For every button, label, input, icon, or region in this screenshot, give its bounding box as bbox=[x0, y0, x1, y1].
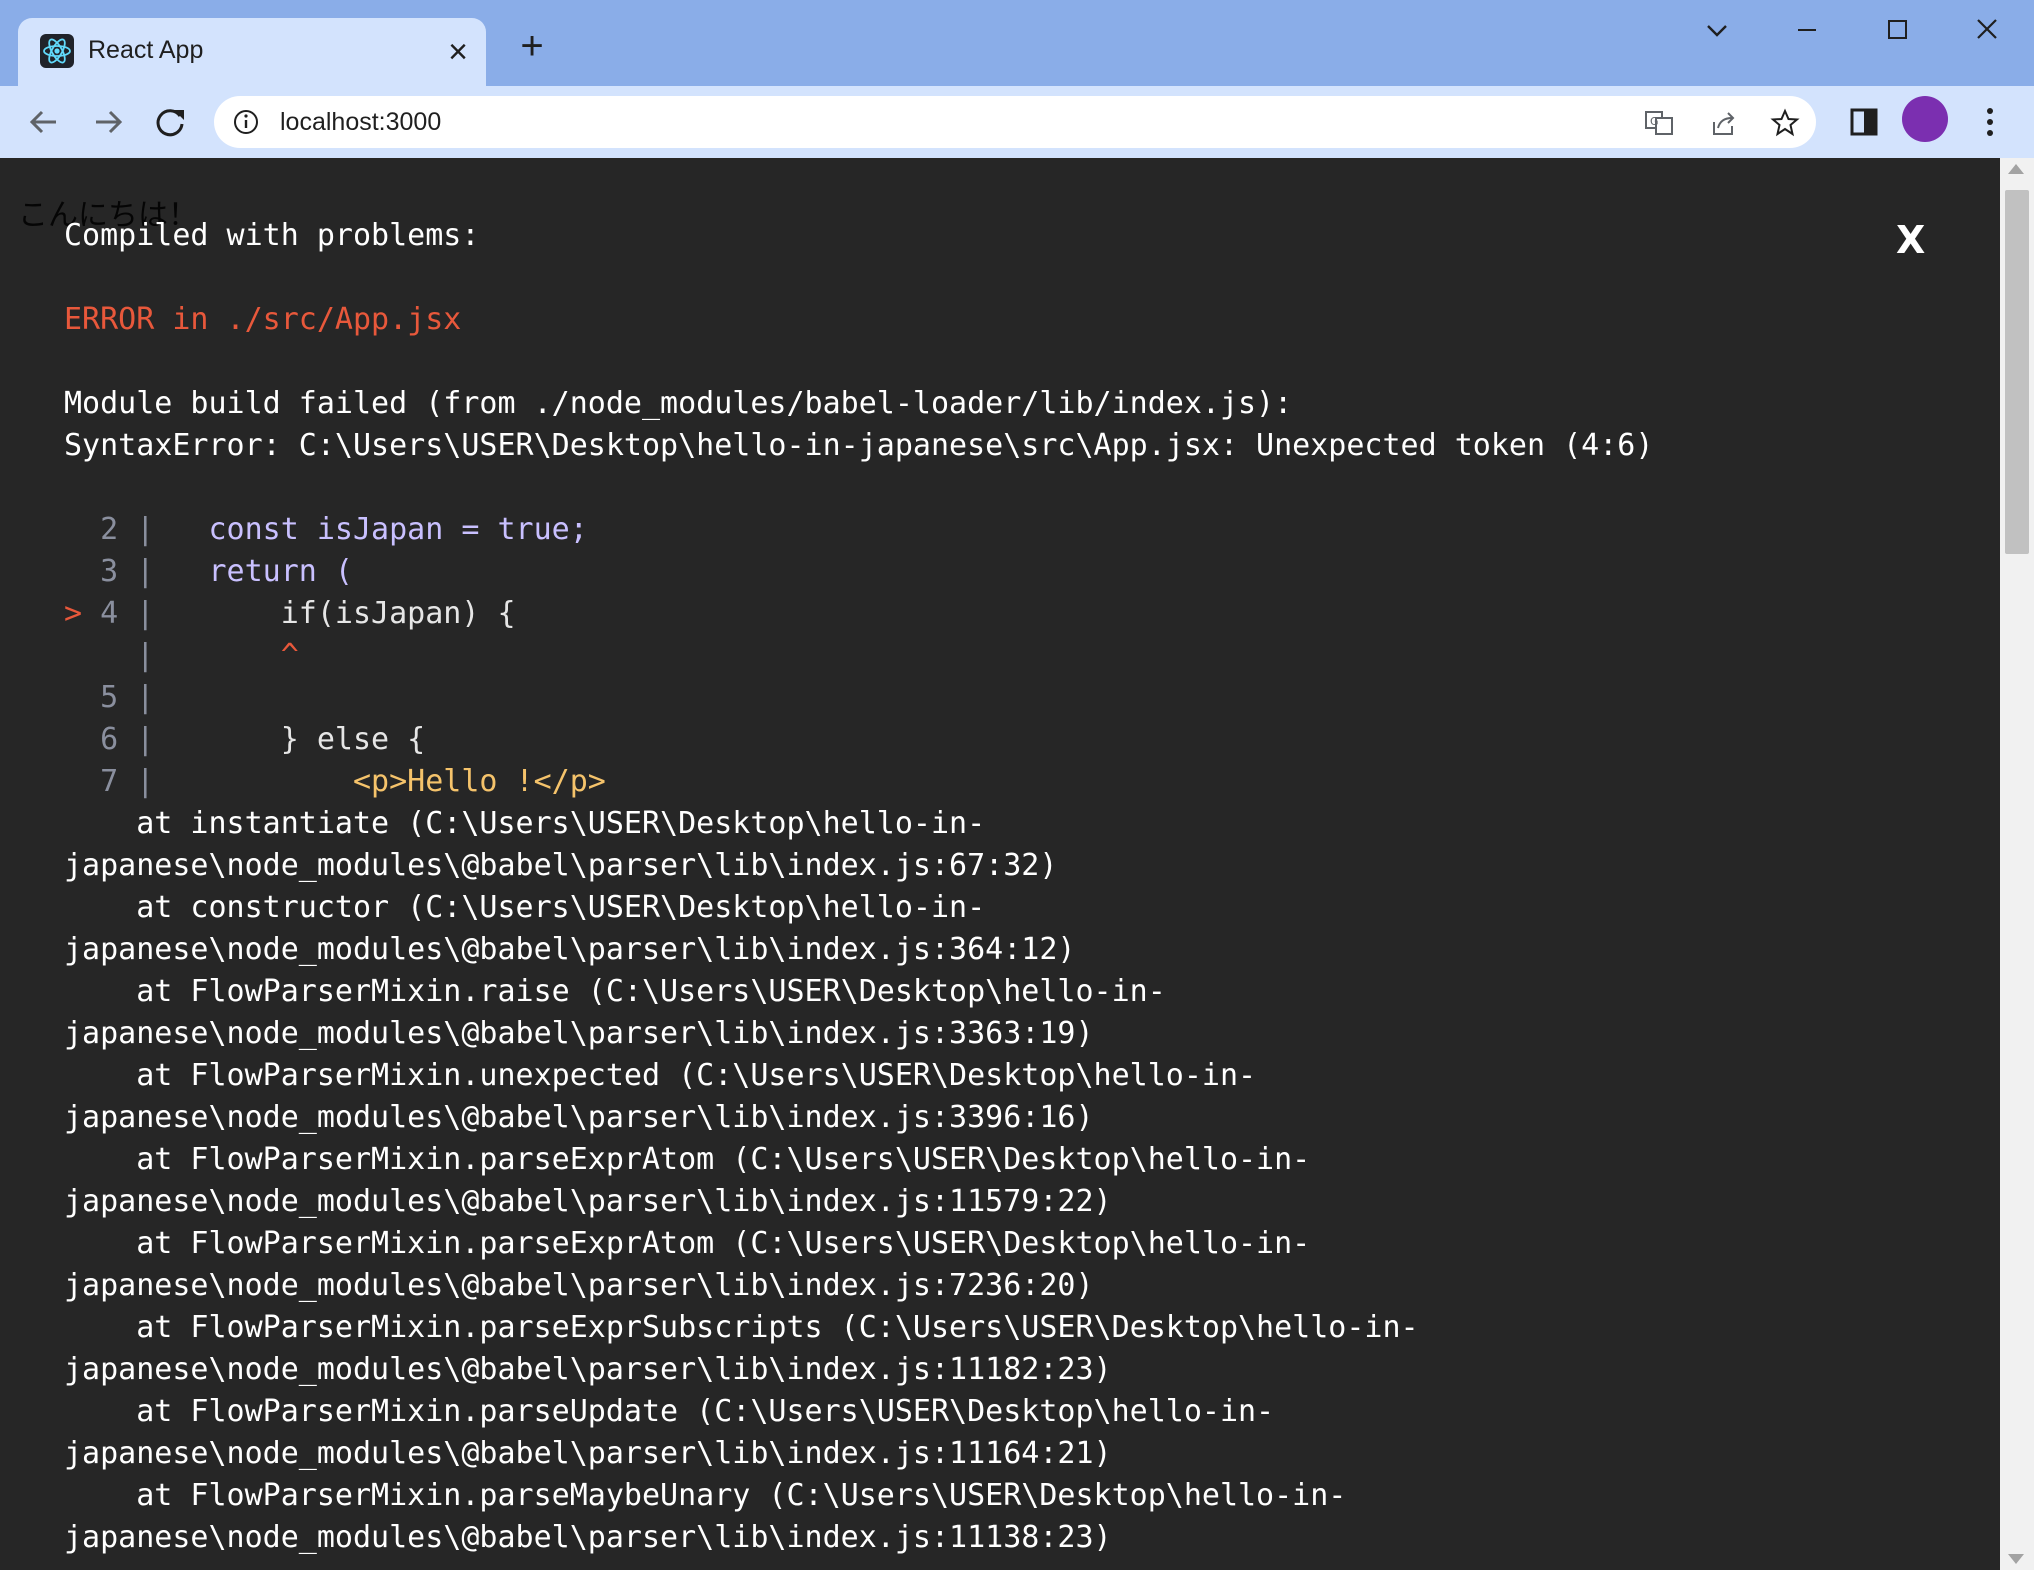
stack-line: at constructor (C:\Users\USER\Desktop\he… bbox=[64, 890, 986, 925]
url-text[interactable]: localhost:3000 bbox=[280, 108, 441, 137]
vertical-scrollbar[interactable] bbox=[2000, 158, 2034, 1570]
browser-window: React App × + localhost:3000 G こんにちは！ Co… bbox=[0, 0, 2034, 1570]
info-icon[interactable] bbox=[232, 108, 260, 136]
maximize-icon[interactable] bbox=[1862, 8, 1932, 52]
stack-line: at FlowParserMixin.parseExprAtom (C:\Use… bbox=[64, 1142, 1311, 1177]
stack-line: japanese\node_modules\@babel\parser\lib\… bbox=[64, 1016, 1094, 1051]
line-number: 2 bbox=[100, 512, 119, 547]
translate-icon[interactable]: G bbox=[1644, 108, 1674, 138]
error-caret: ^ bbox=[172, 638, 299, 673]
stack-line: japanese\node_modules\@babel\parser\lib\… bbox=[64, 848, 1058, 883]
stack-line: japanese\node_modules\@babel\parser\lib\… bbox=[64, 1184, 1112, 1219]
code-text: return ( bbox=[172, 554, 353, 589]
stack-line: at instantiate (C:\Users\USER\Desktop\he… bbox=[64, 806, 986, 841]
stack-line: at FlowParserMixin.parseMaybeUnary (C:\U… bbox=[64, 1478, 1347, 1513]
stack-line: japanese\node_modules\@babel\parser\lib\… bbox=[64, 1436, 1112, 1471]
code-marker bbox=[64, 764, 82, 799]
code-marker bbox=[64, 722, 82, 757]
avatar[interactable] bbox=[1902, 96, 1948, 142]
chevron-down-icon[interactable] bbox=[1682, 8, 1752, 52]
code-frame-line: | ^ bbox=[64, 638, 299, 673]
tab-close-button[interactable]: × bbox=[448, 28, 468, 76]
forward-arrow-icon[interactable] bbox=[86, 100, 130, 144]
code-frame-line: 2 | const isJapan = true; bbox=[64, 512, 588, 547]
side-panel-icon[interactable] bbox=[1842, 100, 1886, 144]
code-marker bbox=[64, 638, 82, 673]
scroll-down-icon[interactable] bbox=[2008, 1554, 2024, 1564]
back-arrow-icon[interactable] bbox=[22, 100, 66, 144]
line-number: 6 bbox=[100, 722, 119, 757]
stack-line: japanese\node_modules\@babel\parser\lib\… bbox=[64, 932, 1076, 967]
tab-title: React App bbox=[88, 36, 204, 64]
scrollbar-thumb[interactable] bbox=[2005, 190, 2029, 554]
code-text: if(isJapan) { bbox=[172, 596, 516, 631]
line-number: 3 bbox=[100, 554, 119, 589]
error-message-line: SyntaxError: C:\Users\USER\Desktop\hello… bbox=[64, 428, 1654, 463]
code-frame-line: 3 | return ( bbox=[64, 554, 353, 589]
line-number bbox=[100, 638, 118, 673]
close-window-icon[interactable] bbox=[1952, 8, 2022, 52]
kebab-menu-icon[interactable] bbox=[1968, 100, 2012, 144]
code-marker bbox=[64, 554, 82, 589]
code-text: <p>Hello !</p> bbox=[172, 764, 606, 799]
stack-line: japanese\node_modules\@babel\parser\lib\… bbox=[64, 1520, 1112, 1555]
code-frame-line: > 4 | if(isJapan) { bbox=[64, 596, 516, 631]
code-text: const isJapan = true; bbox=[172, 512, 588, 547]
stack-line: at FlowParserMixin.parseExprAtom (C:\Use… bbox=[64, 1226, 1311, 1261]
stack-line: japanese\node_modules\@babel\parser\lib\… bbox=[64, 1100, 1094, 1135]
tab-react-app[interactable]: React App × bbox=[18, 18, 486, 86]
stack-line: at FlowParserMixin.unexpected (C:\Users\… bbox=[64, 1058, 1257, 1093]
line-number: 4 bbox=[100, 596, 119, 631]
code-frame-line: 7 | <p>Hello !</p> bbox=[64, 764, 606, 799]
code-frame-line: 5 | bbox=[64, 680, 172, 715]
code-frame-line: 6 | } else { bbox=[64, 722, 425, 757]
bookmark-star-icon[interactable] bbox=[1770, 108, 1800, 138]
line-number: 5 bbox=[100, 680, 119, 715]
reload-icon[interactable] bbox=[148, 100, 192, 144]
react-logo-icon bbox=[40, 34, 74, 68]
svg-text:G: G bbox=[1650, 115, 1659, 128]
code-text: } else { bbox=[172, 722, 426, 757]
stack-line: at FlowParserMixin.parseExprSubscripts (… bbox=[64, 1310, 1419, 1345]
address-bar[interactable]: localhost:3000 G bbox=[214, 96, 1816, 148]
error-overlay: こんにちは！ Compiled with problems: X ERROR i… bbox=[0, 158, 2000, 1570]
code-marker bbox=[64, 512, 82, 547]
code-marker: > bbox=[64, 596, 83, 631]
stack-line: at FlowParserMixin.parseUpdate (C:\Users… bbox=[64, 1394, 1275, 1429]
stack-line: japanese\node_modules\@babel\parser\lib\… bbox=[64, 1352, 1112, 1387]
line-number: 7 bbox=[100, 764, 119, 799]
stack-line: japanese\node_modules\@babel\parser\lib\… bbox=[64, 1268, 1094, 1303]
new-tab-button[interactable]: + bbox=[510, 24, 554, 68]
error-message-line: Module build failed (from ./node_modules… bbox=[64, 386, 1293, 421]
browser-toolbar: localhost:3000 G bbox=[0, 86, 2034, 158]
error-title: ERROR in ./src/App.jsx bbox=[64, 302, 462, 337]
title-bar: React App × + bbox=[0, 0, 2034, 86]
scroll-up-icon[interactable] bbox=[2008, 164, 2024, 174]
stack-line: at FlowParserMixin.raise (C:\Users\USER\… bbox=[64, 974, 1166, 1009]
minimize-icon[interactable] bbox=[1772, 8, 1842, 52]
code-marker bbox=[64, 680, 82, 715]
overlay-heading: Compiled with problems: bbox=[64, 218, 480, 253]
overlay-close-button[interactable]: X bbox=[1896, 218, 1925, 262]
share-icon[interactable] bbox=[1708, 108, 1738, 138]
